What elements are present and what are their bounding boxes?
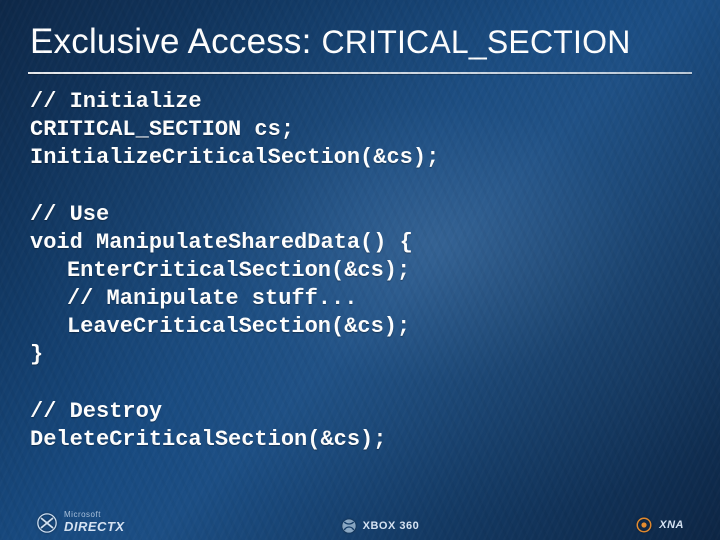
code-comment-destroy: // Destroy	[30, 399, 162, 424]
code-line-init: InitializeCriticalSection(&cs);	[30, 145, 439, 170]
footer: Microsoft DIRECTX XBOX 360 XNA	[0, 506, 720, 534]
title-underline	[28, 72, 692, 74]
title-prefix: Exclusive Access:	[30, 22, 321, 61]
code-line-enter: EnterCriticalSection(&cs);	[67, 258, 410, 283]
directx-icon	[36, 512, 58, 534]
slide: Exclusive Access: CRITICAL_SECTION // In…	[0, 0, 720, 540]
logo-xbox360: XBOX 360	[341, 518, 420, 534]
code-line-fn-close: }	[30, 342, 43, 367]
slide-title: Exclusive Access: CRITICAL_SECTION	[30, 22, 700, 62]
logo-xna-label: XNA	[659, 519, 684, 531]
logo-directx-brand: DIRECTX	[64, 519, 125, 534]
logo-xbox360-label: XBOX 360	[363, 520, 420, 532]
code-comment-initialize: // Initialize	[30, 89, 202, 114]
xbox-icon	[341, 518, 357, 534]
code-line-fn-open: void ManipulateSharedData() {	[30, 230, 413, 255]
logo-directx: Microsoft DIRECTX	[36, 511, 125, 534]
code-line-leave: LeaveCriticalSection(&cs);	[67, 314, 410, 339]
logo-directx-sub: Microsoft	[64, 511, 125, 519]
code-line-delete: DeleteCriticalSection(&cs);	[30, 427, 386, 452]
title-keyword: CRITICAL_SECTION	[321, 24, 630, 60]
code-block: // Initialize CRITICAL_SECTION cs; Initi…	[30, 88, 690, 454]
code-comment-manipulate: // Manipulate stuff...	[67, 286, 357, 311]
xna-icon	[635, 516, 653, 534]
logo-xna: XNA	[635, 516, 684, 534]
code-line-decl: CRITICAL_SECTION cs;	[30, 117, 294, 142]
code-comment-use: // Use	[30, 202, 109, 227]
